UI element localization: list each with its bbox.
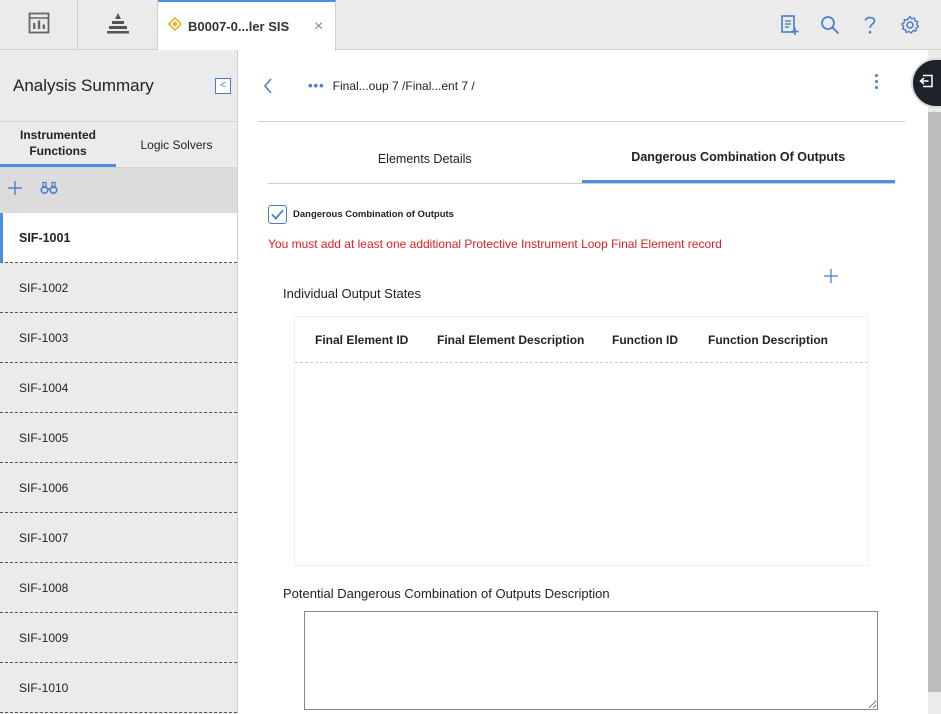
dangerous-combination-checkbox[interactable] [268, 205, 287, 224]
output-states-title: Individual Output States [283, 286, 422, 301]
tab-logic-solvers[interactable]: Logic Solvers [116, 122, 237, 167]
content-tabs: Elements Details Dangerous Combination O… [268, 134, 895, 184]
list-item[interactable]: SIF-1007 [0, 513, 237, 563]
panel-open-icon [918, 74, 934, 93]
tab-elements-details[interactable]: Elements Details [268, 134, 582, 183]
table-header-row: Final Element ID Final Element Descripti… [295, 317, 868, 363]
chevron-left-icon: < [220, 80, 226, 91]
column-header[interactable]: Final Element Description [417, 333, 592, 347]
tab-dangerous-combination[interactable]: Dangerous Combination Of Outputs [581, 134, 895, 183]
add-icon[interactable] [8, 181, 22, 200]
checkbox-label: Dangerous Combination of Outputs [293, 209, 454, 220]
column-header[interactable]: Final Element ID [295, 333, 417, 347]
column-header[interactable]: Function ID [592, 333, 688, 347]
list-item[interactable]: SIF-1001 [0, 213, 237, 263]
hierarchy-button[interactable] [78, 0, 158, 50]
collapse-panel-button[interactable]: < [215, 78, 231, 94]
breadcrumb: ••• Final...oup 7 /Final...ent 7 / [258, 50, 905, 122]
potential-description-textarea[interactable] [304, 611, 878, 710]
breadcrumb-more-button[interactable]: ••• [308, 78, 325, 93]
list-item[interactable]: SIF-1008 [0, 563, 237, 613]
dangerous-combination-checkbox-row: Dangerous Combination of Outputs [268, 205, 454, 224]
tab-instrumented-functions[interactable]: Instrumented Functions [0, 122, 116, 167]
back-button[interactable] [258, 77, 278, 94]
dashboard-icon [28, 12, 50, 39]
main-content: ••• Final...oup 7 /Final...ent 7 / Eleme… [238, 50, 928, 714]
help-icon[interactable] [859, 12, 881, 38]
list-item[interactable]: SIF-1002 [0, 263, 237, 313]
validation-error: You must add at least one additional Pro… [268, 237, 722, 251]
breadcrumb-path[interactable]: Final...oup 7 /Final...ent 7 / [333, 79, 475, 93]
analysis-summary-panel: Analysis Summary < Instrumented Function… [0, 50, 238, 714]
list-item[interactable]: SIF-1006 [0, 463, 237, 513]
add-output-button[interactable] [823, 268, 839, 284]
sis-diamond-icon [167, 16, 183, 36]
document-tab-label: B0007-0...ler SIS [188, 19, 290, 34]
document-tab[interactable]: B0007-0...ler SIS × [158, 0, 336, 51]
search-icon[interactable] [819, 12, 841, 38]
hierarchy-icon [106, 12, 130, 39]
panel-title: Analysis Summary [13, 75, 154, 95]
list-item[interactable]: SIF-1004 [0, 363, 237, 413]
more-options-icon[interactable] [873, 74, 879, 89]
potential-description-title: Potential Dangerous Combination of Outpu… [283, 586, 610, 601]
top-bar: B0007-0...ler SIS × [0, 0, 941, 51]
sif-list: SIF-1001 SIF-1002 SIF-1003 SIF-1004 SIF-… [0, 213, 237, 713]
list-item[interactable]: SIF-1010 [0, 663, 237, 713]
list-item[interactable]: SIF-1005 [0, 413, 237, 463]
close-icon[interactable]: × [314, 18, 323, 36]
list-item[interactable]: SIF-1009 [0, 613, 237, 663]
panel-header: Analysis Summary < [0, 50, 237, 122]
list-item[interactable]: SIF-1003 [0, 313, 237, 363]
clipboard-add-icon[interactable] [779, 12, 801, 38]
column-header[interactable]: Function Description [688, 333, 838, 347]
dashboard-button[interactable] [0, 0, 78, 50]
scrollbar[interactable] [928, 50, 941, 714]
panel-toolbar [0, 168, 237, 213]
binoculars-icon[interactable] [40, 181, 58, 200]
scrollbar-thumb[interactable] [928, 112, 941, 692]
panel-tabs: Instrumented Functions Logic Solvers [0, 122, 237, 168]
gear-icon[interactable] [899, 12, 921, 38]
output-states-table: Final Element ID Final Element Descripti… [294, 316, 869, 566]
